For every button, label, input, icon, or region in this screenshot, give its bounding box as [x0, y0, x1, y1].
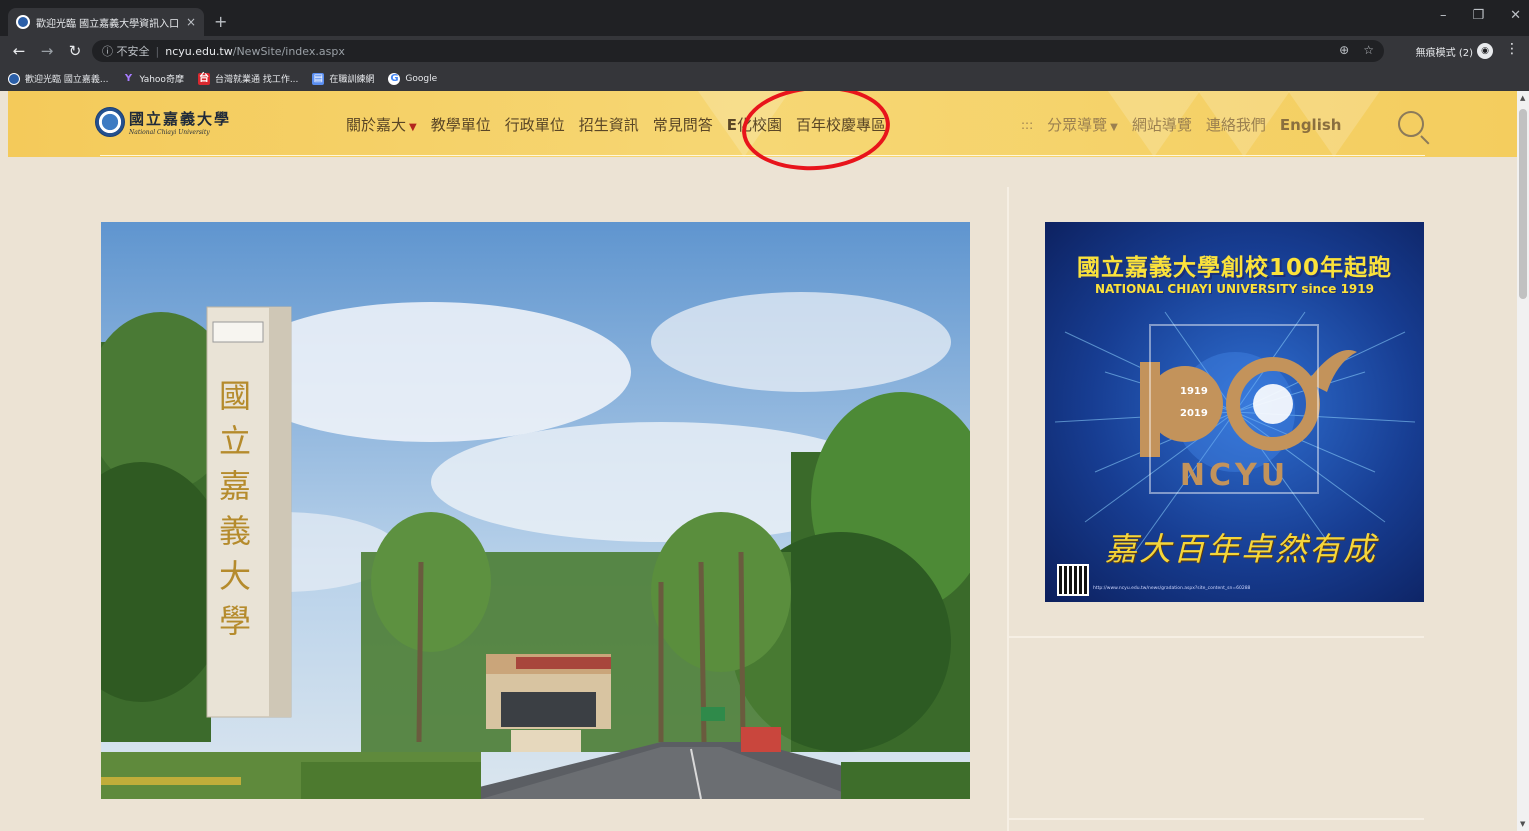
- nav-item-about[interactable]: 關於嘉大 ▼: [346, 114, 417, 135]
- banner-subtitle: NATIONAL CHIAYI UNIVERSITY since 1919: [1095, 282, 1374, 296]
- scroll-down-icon[interactable]: ▼: [1520, 820, 1525, 828]
- caret-down-icon: ▼: [1110, 122, 1118, 133]
- tower-char: 學: [219, 602, 251, 640]
- bookmark-label: 歡迎光臨 國立嘉義...: [25, 75, 109, 85]
- page-content: 國立嘉義大學 National Chiayi University 關於嘉大 ▼ …: [0, 91, 1517, 831]
- banner-year-start: 1919: [1180, 386, 1208, 397]
- tower-char: 嘉: [219, 467, 251, 505]
- banner-logo-text: NCYU: [1179, 458, 1290, 493]
- bookmark-label: 台灣就業通 找工作...: [214, 75, 299, 85]
- incognito-label: 無痕模式 (2): [1415, 47, 1473, 59]
- browser-tab[interactable]: 歡迎光臨 國立嘉義大學資訊入口 ×: [8, 8, 204, 36]
- banner-url: http://www.ncyu.edu.tw/news/gradation.as…: [1093, 586, 1251, 591]
- nav-item-faq[interactable]: 常見問答: [653, 114, 713, 135]
- incognito-indicator[interactable]: 無痕模式 (2) ◉: [1416, 43, 1493, 59]
- nav-item-english[interactable]: English: [1280, 116, 1342, 134]
- bookmark-item[interactable]: 台 台灣就業通 找工作...: [197, 72, 299, 85]
- bookmarks-bar: 歡迎光臨 國立嘉義... Y Yahoo奇摩 台 台灣就業通 找工作... ▤ …: [0, 66, 1529, 91]
- google-icon: G: [388, 72, 401, 85]
- ncyu-favicon: [16, 15, 30, 29]
- incognito-icon: ◉: [1477, 43, 1493, 59]
- new-tab-button[interactable]: +: [214, 12, 227, 31]
- sidebar-divider: [1009, 636, 1424, 638]
- address-bar[interactable]: ⓘ 不安全 | ncyu.edu.tw /NewSite/index.aspx …: [92, 40, 1384, 62]
- annotation-circle: [739, 91, 893, 176]
- secondary-nav: ::: 分眾導覽 ▼ 網站導覽 連絡我們 English: [1021, 114, 1341, 135]
- banner-title: 國立嘉義大學創校100年起跑: [1076, 255, 1392, 281]
- centennial-banner[interactable]: 國立嘉義大學創校100年起跑 NATIONAL CHIAYI UNIVERSIT…: [1045, 222, 1424, 602]
- browser-chrome: 歡迎光臨 國立嘉義大學資訊入口 × + – ❐ ✕ ← → ↻ ⓘ 不安全 | …: [0, 0, 1529, 91]
- document-icon: ▤: [312, 72, 325, 85]
- browser-menu-icon[interactable]: ⋮: [1505, 41, 1519, 57]
- accesskey-marker[interactable]: :::: [1021, 118, 1033, 132]
- university-seal-icon: [95, 107, 125, 137]
- reload-icon[interactable]: ↻: [66, 42, 84, 60]
- ncyu-favicon: [8, 72, 20, 85]
- restore-icon[interactable]: ❐: [1472, 8, 1484, 23]
- tab-title: 歡迎光臨 國立嘉義大學資訊入口: [36, 18, 180, 30]
- banner-year-end: 2019: [1180, 408, 1208, 419]
- sidebar-divider: [1009, 818, 1424, 820]
- bookmark-item[interactable]: 歡迎光臨 國立嘉義...: [8, 72, 108, 85]
- nav-item-contact[interactable]: 連絡我們: [1206, 114, 1266, 135]
- tower-char: 國: [219, 377, 251, 415]
- tab-strip: 歡迎光臨 國立嘉義大學資訊入口 × + – ❐ ✕: [0, 0, 1529, 36]
- zoom-icon[interactable]: ⊕: [1339, 43, 1349, 57]
- scrollbar-thumb[interactable]: [1519, 109, 1527, 299]
- banner-slogan: 嘉大百年卓然有成: [1105, 530, 1378, 568]
- nav-label: 分眾導覽: [1047, 116, 1108, 134]
- close-window-icon[interactable]: ✕: [1510, 8, 1521, 23]
- taiwanjobs-icon: 台: [197, 72, 210, 85]
- bookmark-star-icon[interactable]: ☆: [1363, 43, 1374, 57]
- close-tab-icon[interactable]: ×: [186, 15, 196, 29]
- nav-item-sitemap[interactable]: 網站導覽: [1132, 114, 1192, 135]
- bookmark-item[interactable]: ▤ 在職訓練網: [312, 72, 374, 85]
- column-divider: [1007, 187, 1009, 831]
- nav-item-admissions[interactable]: 招生資訊: [579, 114, 639, 135]
- window-controls: – ❐ ✕: [1440, 8, 1521, 23]
- logo-english-name: National Chiayi University: [129, 129, 210, 136]
- url-host: ncyu.edu.tw: [165, 44, 233, 58]
- bookmark-item[interactable]: Y Yahoo奇摩: [122, 72, 184, 86]
- security-indicator[interactable]: ⓘ 不安全: [102, 43, 150, 59]
- minimize-icon[interactable]: –: [1440, 8, 1447, 23]
- nav-item-academics[interactable]: 教學單位: [431, 114, 491, 135]
- bookmark-label: 在職訓練網: [329, 75, 375, 85]
- nav-label-prefix: E: [726, 116, 738, 134]
- nav-item-audience-guide[interactable]: 分眾導覽 ▼: [1047, 114, 1118, 135]
- nav-item-administration[interactable]: 行政單位: [505, 114, 565, 135]
- campus-gate-illustration: 國 立 嘉 義 大 學: [101, 222, 970, 799]
- qr-code-icon: [1057, 564, 1089, 596]
- site-logo[interactable]: 國立嘉義大學 National Chiayi University: [95, 107, 231, 137]
- caret-down-icon: ▼: [409, 122, 417, 133]
- tower-char: 立: [219, 422, 251, 460]
- scroll-up-icon[interactable]: ▲: [1520, 94, 1525, 102]
- tower-char: 大: [219, 557, 251, 595]
- tower-char: 義: [219, 512, 251, 550]
- page-scrollbar[interactable]: ▲ ▼: [1517, 91, 1529, 831]
- logo-chinese-name: 國立嘉義大學: [129, 110, 232, 128]
- bookmark-label: Yahoo奇摩: [139, 75, 184, 85]
- forward-icon[interactable]: →: [38, 42, 56, 60]
- bookmark-label: Google: [405, 73, 438, 84]
- bookmark-item[interactable]: G Google: [388, 72, 438, 85]
- search-icon[interactable]: [1398, 111, 1424, 137]
- url-path: /NewSite/index.aspx: [232, 44, 345, 58]
- hero-campus-photo[interactable]: 國 立 嘉 義 大 學: [101, 222, 970, 799]
- nav-label: 關於嘉大: [346, 116, 407, 134]
- back-icon[interactable]: ←: [10, 42, 28, 60]
- yahoo-icon: Y: [124, 72, 133, 84]
- browser-toolbar: ← → ↻ ⓘ 不安全 | ncyu.edu.tw /NewSite/index…: [0, 36, 1529, 66]
